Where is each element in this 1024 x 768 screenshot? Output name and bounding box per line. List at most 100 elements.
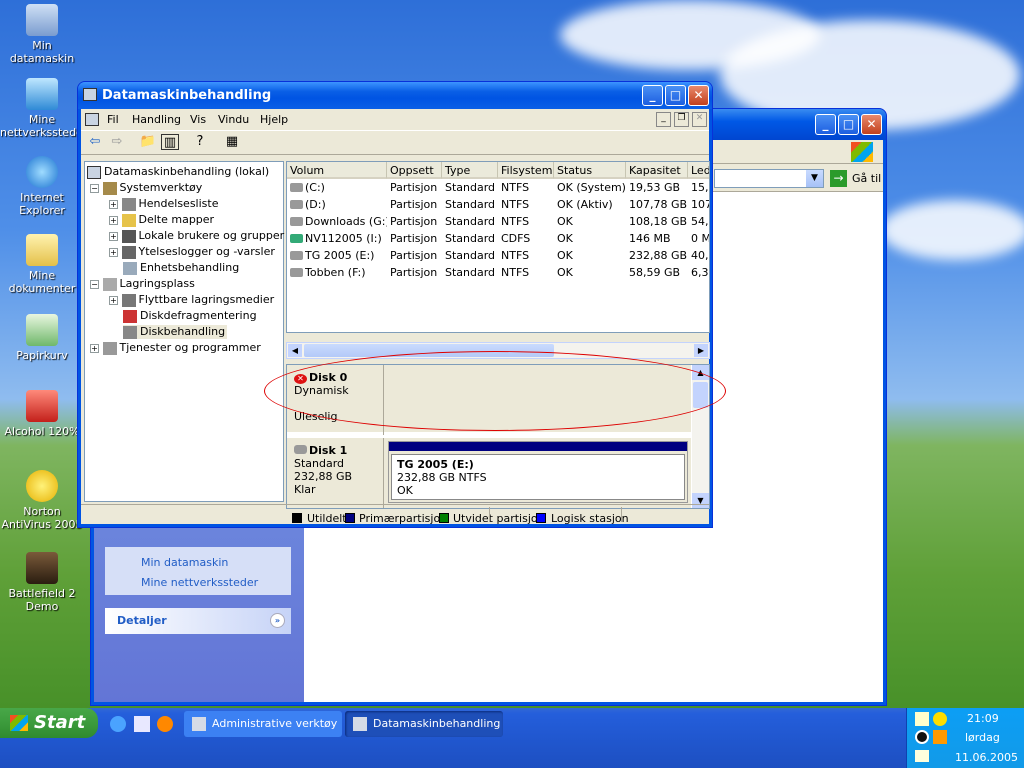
expand-icon[interactable]: + [109, 296, 118, 305]
maximize-button[interactable]: □ [665, 85, 686, 106]
desktop-icon-recycle-bin[interactable]: Papirkurv [0, 314, 84, 362]
desktop-icon-norton[interactable]: Norton AntiVirus 2005 [0, 470, 84, 531]
tree-item-disk-management[interactable]: Diskbehandling [123, 325, 228, 339]
column-header[interactable]: Oppsett [387, 162, 442, 179]
menu-view[interactable]: Vis [190, 113, 206, 126]
close-button[interactable]: ✕ [688, 85, 709, 106]
desktop-icon-battlefield[interactable]: Battlefield 2 Demo [0, 552, 84, 613]
tray-icon[interactable] [915, 730, 929, 744]
expand-icon[interactable]: + [109, 248, 118, 257]
tree-item-system-tools[interactable]: − Systemverktøy [90, 181, 202, 195]
table-cell: 0 M [691, 232, 710, 245]
taskbar-button-computer-management[interactable]: Datamaskinbehandling [345, 711, 503, 737]
maximize-button[interactable]: □ [838, 114, 859, 135]
windows-flag-icon [10, 715, 28, 731]
desktop-icon-my-documents[interactable]: Mine dokumenter [0, 234, 84, 295]
table-cell: NTFS [501, 249, 530, 262]
menu-help[interactable]: Hjelp [260, 113, 288, 126]
details-panel-header[interactable]: Detaljer » [105, 608, 291, 634]
tree-item-event-viewer[interactable]: + Hendelsesliste [109, 197, 218, 211]
menu-window[interactable]: Vindu [218, 113, 249, 126]
tree-item-storage[interactable]: − Lagringsplass [90, 277, 195, 291]
expand-icon[interactable]: + [109, 232, 118, 241]
child-close-button[interactable]: ✕ [692, 112, 707, 127]
child-restore-button[interactable]: ❐ [674, 112, 689, 127]
expand-icon[interactable]: + [109, 216, 118, 225]
column-header[interactable]: Volum [287, 162, 387, 179]
tree-item-device-manager[interactable]: Enhetsbehandling [123, 261, 239, 275]
clock-time[interactable]: 21:09 [967, 712, 999, 725]
clock-day[interactable]: lørdag [965, 731, 1000, 744]
expand-icon[interactable]: + [90, 344, 99, 353]
column-header[interactable]: Kapasitet [626, 162, 688, 179]
disk-1-row[interactable]: Disk 1 Standard 232,88 GB Klar TG 2005 (… [287, 438, 691, 508]
table-cell: CDFS [501, 232, 531, 245]
drive-icon [290, 217, 303, 226]
quicklaunch-desktop-icon[interactable] [134, 716, 150, 732]
disk-management-icon [123, 325, 137, 339]
event-viewer-icon [121, 197, 136, 211]
quicklaunch-ie-icon[interactable] [110, 716, 126, 732]
table-cell: NTFS [501, 181, 530, 194]
sidebar-link-my-computer[interactable]: Min datamaskin [141, 553, 291, 573]
minimize-button[interactable]: _ [642, 85, 663, 106]
scroll-left-icon[interactable]: ◀ [288, 344, 302, 357]
column-header[interactable]: Status [554, 162, 626, 179]
tree-item-defragmenter[interactable]: Diskdefragmentering [123, 309, 257, 323]
address-input[interactable]: ▼ [714, 169, 824, 188]
computer-management-window[interactable]: Datamaskinbehandling _ □ ✕ Fil Handling … [77, 81, 726, 528]
menu-action[interactable]: Handling [132, 113, 181, 126]
table-cell: TG 2005 (E:) [305, 249, 375, 262]
tree-item-shared-folders[interactable]: + Delte mapper [109, 213, 214, 227]
quicklaunch-media-icon[interactable] [157, 716, 173, 732]
up-folder-icon[interactable]: 📁 [139, 134, 157, 150]
table-cell: Standard [445, 232, 496, 245]
expand-chevron-icon[interactable]: » [270, 613, 285, 628]
taskbar: Start Administrative verktøy Datamaskinb… [0, 708, 1024, 768]
collapse-icon[interactable]: − [90, 184, 99, 193]
column-header[interactable]: Type [442, 162, 498, 179]
child-minimize-button[interactable]: _ [656, 112, 671, 127]
sidebar-link-network-places[interactable]: Mine nettverkssteder [141, 573, 291, 593]
window-titlebar[interactable]: Datamaskinbehandling [78, 82, 712, 109]
window-client: Fil Handling Vis Vindu Hjelp _ ❐ ✕ ⇦ ⇨ 📁… [81, 109, 726, 525]
disk-1-label[interactable]: Disk 1 Standard 232,88 GB Klar [287, 438, 384, 508]
tray-icon[interactable] [933, 730, 947, 744]
tree-item-root[interactable]: Datamaskinbehandling (lokal) [87, 165, 269, 179]
help-icon[interactable]: ? [191, 134, 209, 150]
minimize-button[interactable]: _ [815, 114, 836, 135]
start-button[interactable]: Start [0, 708, 98, 738]
taskbar-button-admin-tools[interactable]: Administrative verktøy [184, 711, 342, 737]
other-places-panel: Min datamaskin Mine nettverkssteder [105, 547, 291, 595]
column-header[interactable]: Led [688, 162, 709, 179]
properties-icon[interactable]: ▦ [223, 134, 241, 150]
norton-tray-icon[interactable] [933, 712, 947, 726]
chevron-down-icon[interactable]: ▼ [806, 170, 823, 187]
desktop-icon-my-computer[interactable]: Min datamaskin [0, 4, 84, 65]
tray-icon[interactable] [915, 712, 929, 726]
forward-arrow-icon[interactable]: ⇨ [108, 134, 126, 150]
scroll-right-icon[interactable]: ▶ [694, 344, 708, 357]
tree-item-removable-storage[interactable]: + Flyttbare lagringsmedier [109, 293, 274, 307]
close-button[interactable]: ✕ [861, 114, 882, 135]
tray-icon[interactable] [915, 750, 929, 762]
goto-button[interactable]: → Gå til [830, 169, 881, 188]
table-cell: OK [557, 249, 573, 262]
menu-bar: Fil Handling Vis Vindu Hjelp _ ❐ ✕ [81, 109, 709, 131]
table-cell: Partisjon [390, 215, 438, 228]
show-tree-icon[interactable]: ▥ [161, 134, 179, 150]
back-arrow-icon[interactable]: ⇦ [86, 134, 104, 150]
clock-date[interactable]: 11.06.2005 [955, 751, 1018, 764]
column-header[interactable]: Filsystem [498, 162, 554, 179]
desktop-icon-network-places[interactable]: Mine nettverkssteder [0, 78, 87, 139]
tree-item-performance-logs[interactable]: + Ytelseslogger og -varsler [109, 245, 275, 259]
collapse-icon[interactable]: − [90, 280, 99, 289]
tree-item-local-users[interactable]: + Lokale brukere og grupper [109, 229, 284, 243]
table-cell: NTFS [501, 215, 530, 228]
menu-file[interactable]: Fil [107, 113, 119, 126]
tree-item-services[interactable]: + Tjenester og programmer [90, 341, 261, 355]
desktop-icon-alcohol[interactable]: Alcohol 120% [0, 390, 84, 438]
desktop-icon-internet-explorer[interactable]: Internet Explorer [0, 156, 84, 217]
partition-e[interactable]: TG 2005 (E:) 232,88 GB NTFS OK [388, 441, 688, 503]
expand-icon[interactable]: + [109, 200, 118, 209]
